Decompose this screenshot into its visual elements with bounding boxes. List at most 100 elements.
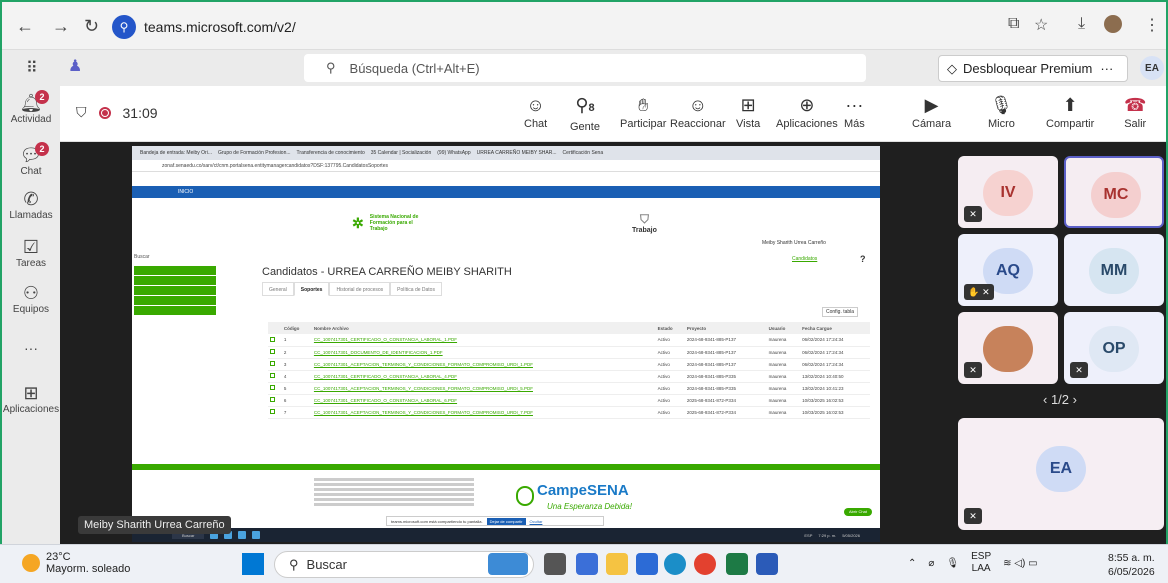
copilot-icon[interactable] [576,553,598,575]
tab-soportes: Soportes [293,282,330,296]
side-menu-item [134,286,216,296]
teams-header: ⠿ ♟ ⚲ Búsqueda (Ctrl+Alt+E) ◇ Desbloquear… [2,50,1166,86]
install-app-icon[interactable]: ⧉ [1008,15,1019,33]
rail-item-chat[interactable]: 💬︎ 2 Chat [2,142,60,177]
participant-tile[interactable]: IV ✕ [958,156,1058,228]
sena-logo-icon: ✲ [352,214,364,231]
people-button[interactable]: ⚲8 Gente [570,92,600,133]
table-row: 6 CC_1007417301_CERTIFICADO_O_CONSTANCIA_… [268,394,870,407]
address-bar[interactable]: ⚲ teams.microsoft.com/v2/ [112,12,982,42]
clock[interactable]: 8:55 a. m. 6/05/2026 [1108,551,1155,579]
excel-icon[interactable] [726,553,748,575]
shared-lang: ESP [804,532,813,538]
search-input[interactable]: ⚲ Búsqueda (Ctrl+Alt+E) [304,54,866,82]
word-icon[interactable] [756,553,778,575]
table-column-header: Nombre Archivo [311,322,656,334]
clock-date: 6/05/2026 [1108,566,1155,578]
table-cell: Activo [655,346,685,359]
leave-button[interactable]: ☎ Salir [1124,92,1146,130]
rail-label: Aplicaciones [2,404,60,415]
candidatos-link: Candidatos [792,256,818,262]
rail-item-tareas[interactable]: ☑ Tareas [2,236,60,269]
campesena-title: CampeSENA [537,482,629,499]
timer-text: 31:09 [122,104,158,121]
profile-icon[interactable] [1104,15,1122,33]
people-icon: ⚲8 [575,95,595,115]
raise-hand-button[interactable]: ✋︎ Participar [620,92,666,130]
footer-text-block [314,476,474,508]
table-cell: CC_1007417301_DOCUMENTO_DE_IDENTIFICACIO… [311,346,656,359]
mic-button[interactable]: 🎙︎ Micro [988,92,1015,130]
view-button[interactable]: ⊞ Vista [736,92,760,130]
presenter-name: Meiby Sharith Urrea Carreño [78,516,231,534]
table-cell: 10/03/2025 16:02:53 [800,394,870,407]
rail-item-llamadas[interactable]: ✆ Llamadas [2,188,60,221]
windows-start-icon[interactable] [242,553,264,575]
row-checkbox [268,406,282,419]
task-view-icon[interactable] [544,553,566,575]
side-menu-item [134,266,216,276]
store-icon[interactable] [636,553,658,575]
chevron-up-icon[interactable]: ⌃ [908,558,916,569]
rail-item-more[interactable]: ··· [2,340,60,356]
language-indicator[interactable]: ESP LAA [971,551,991,575]
participant-tile[interactable]: ✕ [958,312,1058,384]
table-cell: Activo [655,358,685,371]
table-cell: 1 [281,334,312,347]
gallery-pager[interactable]: ‹ 1/2 › [954,392,1166,407]
table-cell: Activo [655,394,685,407]
chevron-left-icon[interactable]: ‹ [1043,392,1047,407]
participant-tile[interactable]: AQ ✋ ✕ [958,234,1058,306]
table-cell: Activo [655,406,685,419]
participant-tile[interactable]: MM [1064,234,1164,306]
participant-tile-active[interactable]: MC [1064,156,1164,228]
participant-initials: OP [1089,326,1139,372]
table-row: 3 CC_1007417301_ACEPTACION_TERMINOS_Y_CON… [268,358,870,371]
bookmark-icon[interactable]: ☆ [1034,15,1048,35]
rail-item-equipos[interactable]: ⚇ Equipos [2,282,60,315]
table-cell: maurena [766,370,801,383]
edge-icon[interactable] [664,553,686,575]
forward-icon[interactable]: → [52,16,70,37]
wifi-icon[interactable]: ≋ ◁) ▭ [1003,558,1037,569]
download-icon[interactable]: ⤓ [1078,15,1085,33]
file-explorer-icon[interactable] [606,553,628,575]
chat-badge: 2 [35,142,49,156]
tasks-icon: ☑ [22,237,40,257]
rail-label: Equipos [12,304,50,315]
toolbar-label: Gente [570,121,600,133]
config-table-button: Config. tabla [822,307,859,317]
temperature: 23°C [46,551,71,563]
shared-taskbar: Buscar ESP 7:29 p. m. 5/05/2026 [132,528,880,542]
rail-item-aplicaciones[interactable]: ⊞ Aplicaciones [2,382,60,415]
react-button[interactable]: ☺ Reaccionar [670,92,726,130]
back-icon[interactable]: ← [16,16,34,37]
side-search-label: Buscar [134,254,150,260]
table-cell: 2024-68-9341-885-P137 [684,346,767,359]
grid-icon: ⊞ [740,95,756,115]
share-button[interactable]: ⬆ Compartir [1046,92,1094,130]
participant-tile[interactable]: OP ✕ [1064,312,1164,384]
site-info-icon[interactable]: ⚲ [112,15,136,39]
chevron-right-icon[interactable]: › [1073,392,1077,407]
rail-item-actividad[interactable]: 🔔︎ 2 Actividad [2,90,60,125]
row-checkbox [268,394,282,407]
shared-tab: 35 Calendar | Socialización [370,150,432,156]
premium-button[interactable]: ◇ Desbloquear Premium ··· [938,55,1128,82]
self-tile[interactable]: EA ✕ [958,418,1164,530]
table-column-header: Proyecto [684,322,767,334]
chrome-icon[interactable] [694,553,716,575]
reload-icon[interactable]: ↻ [84,16,99,37]
table-cell: 3 [281,358,312,371]
more-options[interactable]: ··· [1100,61,1113,76]
weather-widget[interactable]: 23°C Mayorm. soleado [22,551,130,575]
activity-badge: 2 [35,90,49,104]
user-avatar[interactable]: EA [1140,56,1164,80]
camera-button[interactable]: ▶ Cámara [912,92,951,130]
more-button[interactable]: ··· Más [844,92,865,130]
app-launcher-icon[interactable]: ⠿ [26,58,38,78]
apps-button[interactable]: ⊕ Aplicaciones [776,92,838,130]
menu-icon[interactable]: ⋮ [1144,15,1160,35]
meeting-timer: ⛉ 31:09 [76,104,158,121]
chat-button[interactable]: ☺ Chat [524,92,547,130]
